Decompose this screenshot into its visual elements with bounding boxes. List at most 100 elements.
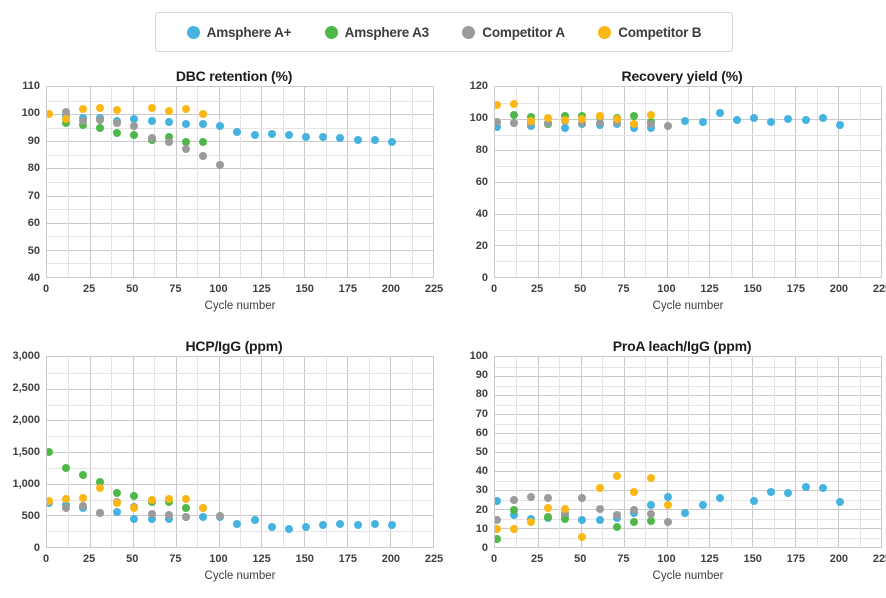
data-point xyxy=(732,115,741,124)
data-point xyxy=(250,515,259,524)
legend-item-label: Competitor A xyxy=(482,24,565,40)
gridline-vertical xyxy=(304,357,306,547)
chart-panel-hcp: HCP/IgG (ppm) Cycle number 0 500 1,000 1,50… xyxy=(2,336,444,598)
chart-panel-dbc: DBC retention (%) Cycle number 40 50 60 70 8… xyxy=(2,66,444,328)
x-axis-tick-label: 25 xyxy=(530,553,544,565)
y-axis-tick-label: 60 xyxy=(27,217,40,230)
data-point xyxy=(216,160,225,169)
gridline-horizontal-minor xyxy=(47,263,433,265)
data-point xyxy=(302,522,311,531)
data-point xyxy=(370,519,379,528)
plot-area-dbc xyxy=(46,86,434,278)
data-point xyxy=(147,510,156,519)
gridline-horizontal-minor xyxy=(495,442,881,444)
chart-panel-recovery: Recovery yield (%) Cycle number 0 20 40 60 8… xyxy=(450,66,886,328)
x-axis-tick-label: 125 xyxy=(252,283,271,295)
data-point xyxy=(527,517,536,526)
legend-marker-icon xyxy=(598,25,612,39)
data-point xyxy=(267,129,276,138)
gridline-vertical-minor xyxy=(411,357,413,547)
plot-area-hcp xyxy=(46,356,434,548)
legend-item-competitor_b[interactable]: Competitor B xyxy=(598,24,702,40)
gridline-horizontal-minor xyxy=(47,467,433,469)
data-point xyxy=(544,503,553,512)
data-point xyxy=(578,532,587,541)
data-point xyxy=(595,515,604,524)
chart-legend: Amsphere A+ Amsphere A3 Competitor A Compet… xyxy=(155,12,733,52)
data-point xyxy=(544,494,553,503)
x-axis-tick-label: 175 xyxy=(338,283,357,295)
gridline-horizontal-minor xyxy=(495,480,881,482)
y-axis-tick-label: 50 xyxy=(27,244,40,257)
legend-marker-icon xyxy=(462,25,476,39)
gridline-vertical xyxy=(666,87,668,277)
y-axis-tick-label: 110 xyxy=(22,80,40,92)
x-axis-tick-label: 150 xyxy=(743,553,762,565)
x-axis-tick-label: 125 xyxy=(700,283,719,295)
x-axis-tick-label: 225 xyxy=(872,283,886,295)
data-point xyxy=(370,136,379,145)
x-axis-tick-label: 225 xyxy=(424,553,444,565)
gridline-vertical-minor xyxy=(859,87,861,277)
data-point xyxy=(47,448,53,456)
legend-item-label: Competitor B xyxy=(618,24,702,40)
data-point xyxy=(199,504,208,513)
gridline-horizontal-minor xyxy=(495,261,881,263)
legend-item-label: Amsphere A3 xyxy=(344,24,430,40)
gridline-vertical-minor xyxy=(325,357,327,547)
legend-item-amsphere_a_plus[interactable]: Amsphere A+ xyxy=(186,25,292,40)
x-axis-tick-label: 0 xyxy=(490,553,498,565)
data-point xyxy=(113,128,122,137)
data-point xyxy=(181,494,190,503)
gridline-vertical xyxy=(838,87,840,277)
data-point xyxy=(595,483,604,492)
data-point xyxy=(750,496,759,505)
data-point xyxy=(387,520,396,529)
data-point xyxy=(302,132,311,141)
data-point xyxy=(527,116,536,125)
plot-area-recovery xyxy=(494,86,882,278)
data-point xyxy=(61,114,70,123)
data-point xyxy=(267,523,276,532)
x-axis-tick-label: 25 xyxy=(530,283,544,295)
data-point xyxy=(199,138,208,147)
gridline-horizontal-minor xyxy=(47,531,433,533)
gridline-vertical-minor xyxy=(816,87,818,277)
gridline-vertical-minor xyxy=(68,357,70,547)
data-point xyxy=(527,492,536,501)
x-axis-tick-label: 0 xyxy=(42,553,50,565)
x-axis-tick-label: 225 xyxy=(424,283,444,295)
data-point xyxy=(284,130,293,139)
x-axis-tick-label: 50 xyxy=(126,553,139,565)
gridline-horizontal-minor xyxy=(495,102,881,104)
legend-item-amsphere_a3[interactable]: Amsphere A3 xyxy=(324,24,430,40)
gridline-horizontal-minor xyxy=(47,404,433,406)
data-point xyxy=(113,106,122,115)
data-point xyxy=(387,137,396,146)
gridline-horizontal-minor xyxy=(495,461,881,463)
y-axis-tick-label: 1,500 xyxy=(12,446,40,458)
x-axis-tick-label: 50 xyxy=(574,553,587,565)
data-point xyxy=(784,488,793,497)
gridline-vertical-minor xyxy=(730,87,732,277)
y-axis-tick-label: 20 xyxy=(475,503,488,516)
gridline-vertical xyxy=(89,357,91,547)
data-point xyxy=(561,115,570,124)
y-axis-tick-label: 100 xyxy=(469,350,488,362)
x-axis-tick-label: 0 xyxy=(490,283,498,295)
gridline-vertical xyxy=(347,357,349,547)
data-point xyxy=(353,521,362,530)
data-point xyxy=(664,517,673,526)
data-point xyxy=(79,493,88,502)
legend-item-competitor_a[interactable]: Competitor A xyxy=(462,25,565,40)
gridline-horizontal-minor xyxy=(47,372,433,374)
x-axis-tick-label: 75 xyxy=(617,283,630,295)
data-point xyxy=(647,509,656,518)
y-axis-tick-label: 20 xyxy=(475,240,488,252)
data-point xyxy=(647,500,656,509)
data-point xyxy=(164,106,173,115)
x-axis-tick-label: 125 xyxy=(700,553,719,565)
x-axis-tick-label: 150 xyxy=(295,553,314,565)
gridline-horizontal-minor xyxy=(495,404,881,406)
data-point xyxy=(750,114,759,123)
